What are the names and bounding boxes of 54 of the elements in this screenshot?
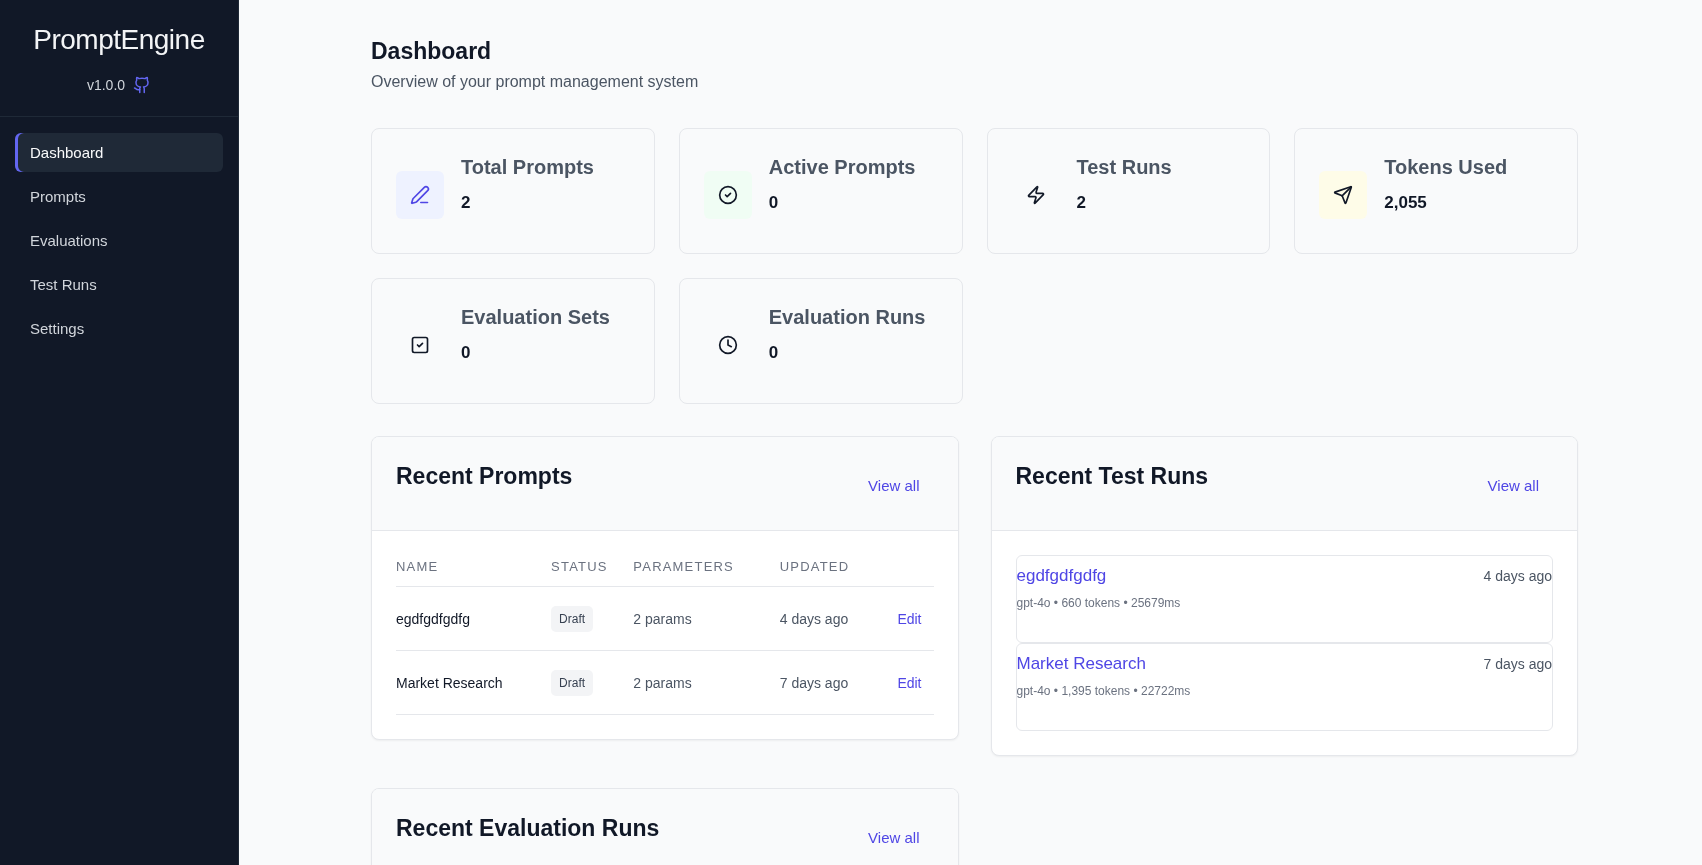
view-all-link[interactable]: View all bbox=[868, 477, 920, 494]
panel-title: Recent Evaluation Runs bbox=[396, 815, 660, 842]
stat-value: 2,055 bbox=[1384, 192, 1428, 213]
nav-item[interactable]: Dashboard bbox=[15, 133, 223, 172]
stat-value: 0 bbox=[461, 342, 472, 363]
updated-time: 7 days ago bbox=[779, 674, 849, 691]
test-run-link[interactable]: egdfgdfgdfg bbox=[1016, 566, 1107, 586]
stat-value: 2 bbox=[461, 192, 472, 213]
github-icon[interactable] bbox=[133, 76, 152, 94]
page-subtitle: Overview of your prompt management system bbox=[371, 73, 700, 91]
clock-icon bbox=[717, 335, 738, 355]
edit-link[interactable]: Edit bbox=[897, 674, 922, 691]
test-run-link[interactable]: Market Research bbox=[1016, 654, 1146, 674]
stat-label: Test Runs bbox=[1076, 155, 1172, 179]
prompt-name: Market Research bbox=[396, 674, 503, 691]
run-details: gpt-4o • 660 tokens • 25679ms bbox=[1016, 596, 1182, 610]
column-header: NAME bbox=[396, 547, 552, 587]
stat-value: 2 bbox=[1076, 192, 1087, 213]
view-all-link[interactable]: View all bbox=[868, 829, 920, 846]
prompt-name: egdfgdfgdfg bbox=[396, 610, 470, 627]
edit-link[interactable]: Edit bbox=[897, 610, 922, 627]
stat-label: Active Prompts bbox=[768, 155, 916, 179]
nav-item[interactable]: Prompts bbox=[15, 177, 223, 216]
pencil-icon bbox=[410, 185, 430, 205]
view-all-link[interactable]: View all bbox=[1487, 477, 1539, 494]
lightning-icon bbox=[1025, 185, 1046, 205]
brand-title: PromptEngine bbox=[32, 23, 206, 56]
nav-item[interactable]: Evaluations bbox=[15, 221, 223, 260]
run-time: 4 days ago bbox=[1483, 568, 1552, 584]
run-details: gpt-4o • 1,395 tokens • 22722ms bbox=[1016, 684, 1192, 698]
stat-value: 0 bbox=[768, 342, 780, 363]
stat-label: Evaluation Runs bbox=[768, 305, 926, 329]
page-title: Dashboard bbox=[371, 38, 493, 65]
send-icon bbox=[1333, 185, 1354, 205]
column-header: UPDATED bbox=[779, 547, 881, 587]
nav-item[interactable]: Test Runs bbox=[15, 265, 223, 304]
panel-title: Recent Prompts bbox=[396, 463, 573, 490]
column-header: PARAMETERS bbox=[633, 547, 780, 587]
stat-label: Total Prompts bbox=[461, 155, 594, 179]
column-header: STATUS bbox=[551, 547, 634, 587]
stat-value: 0 bbox=[768, 192, 780, 213]
updated-time: 4 days ago bbox=[779, 610, 849, 627]
parameters-count: 2 params bbox=[633, 674, 692, 691]
status-badge: Draft bbox=[551, 605, 594, 632]
version-label: v1.0.0 bbox=[86, 77, 126, 93]
run-time: 7 days ago bbox=[1483, 656, 1552, 672]
stat-label: Evaluation Sets bbox=[461, 305, 610, 329]
check-circle-icon bbox=[717, 185, 738, 205]
nav-item[interactable]: Settings bbox=[15, 309, 223, 348]
status-badge: Draft bbox=[551, 669, 594, 696]
checkbox-icon bbox=[410, 335, 430, 355]
stat-label: Tokens Used bbox=[1384, 155, 1508, 179]
panel-title: Recent Test Runs bbox=[1015, 463, 1209, 490]
parameters-count: 2 params bbox=[633, 610, 692, 627]
